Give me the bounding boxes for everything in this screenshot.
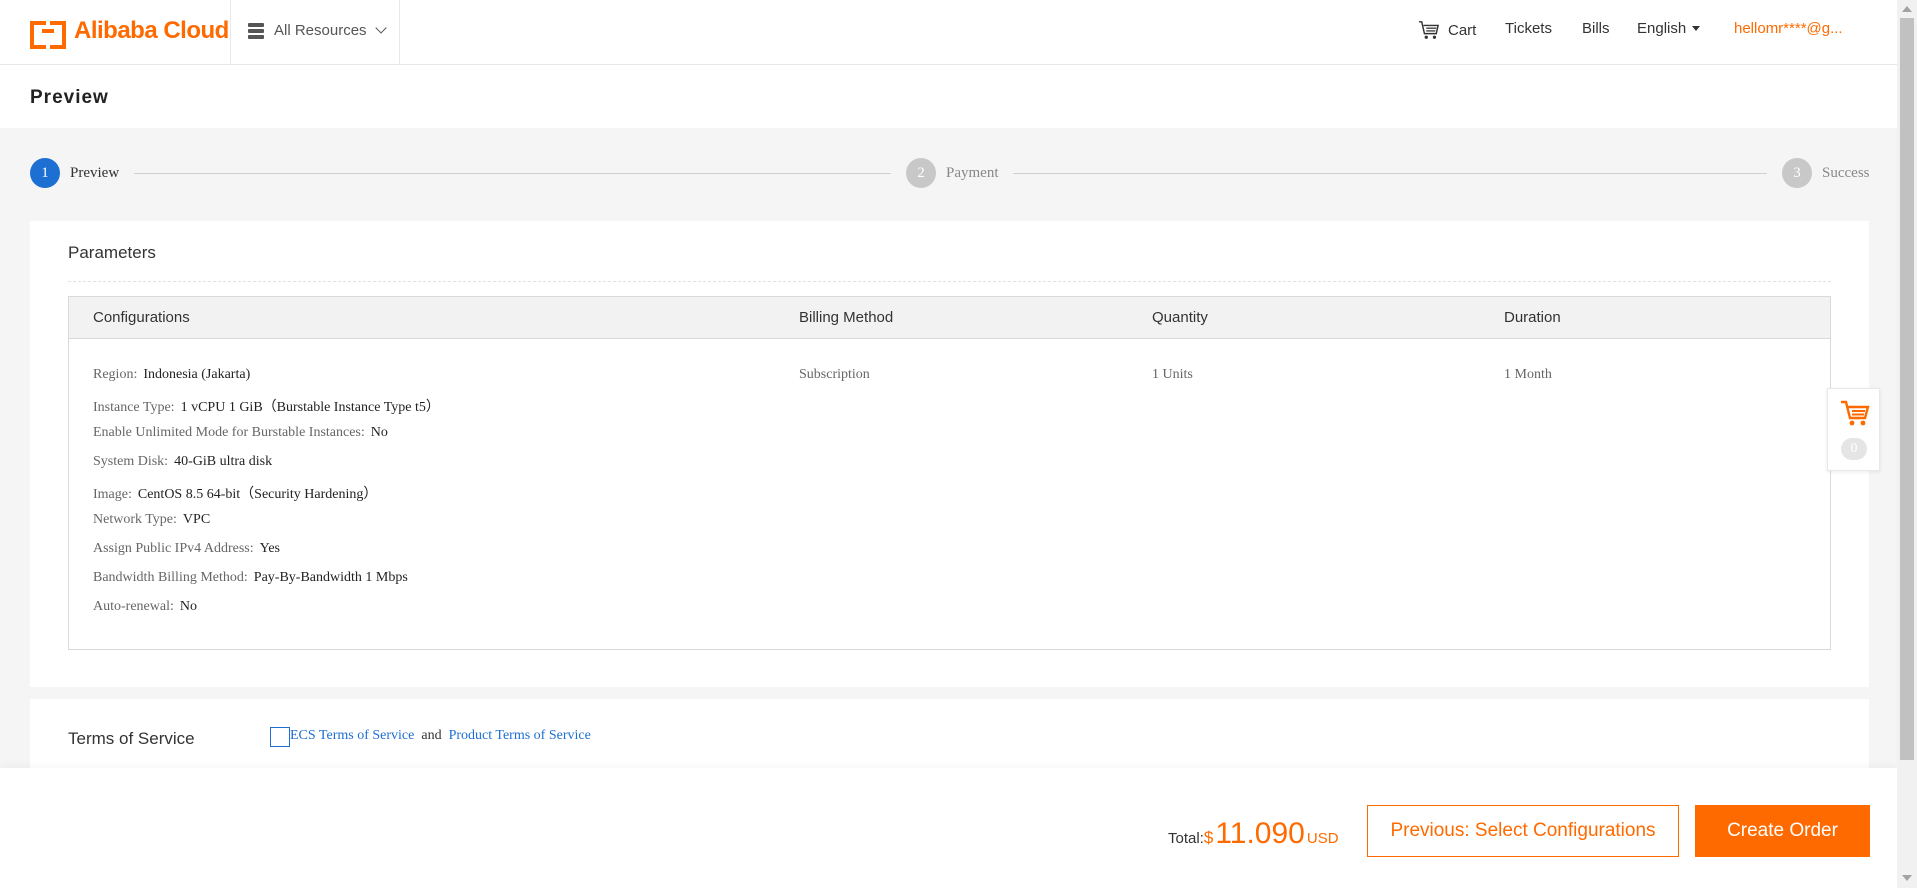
page-title: Preview <box>30 87 109 108</box>
total-unit: USD <box>1306 830 1339 847</box>
page-scrollbar[interactable] <box>1897 0 1917 888</box>
total-label: Total: <box>1168 830 1204 847</box>
total-currency: $ <box>1203 828 1214 847</box>
step-connector <box>134 173 891 174</box>
parameters-card: Parameters Configurations Billing Method… <box>30 221 1869 687</box>
duration-value: 1 Month <box>1504 367 1552 382</box>
config-unlimited-mode: Enable Unlimited Mode for Burstable Inst… <box>93 425 388 440</box>
all-resources-label: All Resources <box>274 22 367 39</box>
product-terms-link[interactable]: Product Terms of Service <box>449 728 591 743</box>
resources-icon <box>248 22 264 39</box>
order-total: Total: $ 11.090 USD <box>1168 817 1339 851</box>
scrollbar-thumb[interactable] <box>1900 18 1914 760</box>
caret-down-icon <box>1692 26 1701 31</box>
step-3-label: Success <box>1822 165 1870 181</box>
cart-icon <box>1841 400 1870 426</box>
col-duration: Duration <box>1504 309 1561 326</box>
step-indicator: 1 Preview 2 Payment 3 Success <box>30 158 1872 190</box>
config-image: Image: CentOS 8.5 64-bit（Security Hardeni… <box>93 487 378 502</box>
config-region: Region: Indonesia (Jakarta) <box>93 367 251 382</box>
col-billing-method: Billing Method <box>799 309 894 326</box>
cart-icon <box>1419 21 1439 39</box>
total-amount: 11.090 <box>1215 817 1305 850</box>
brand-logo[interactable]: Alibaba Cloud <box>30 16 229 49</box>
create-order-button[interactable]: Create Order <box>1695 805 1870 857</box>
chevron-down-icon <box>374 22 387 34</box>
step-2-number: 2 <box>906 158 936 188</box>
billing-method-value: Subscription <box>799 367 870 382</box>
nav-bills[interactable]: Bills <box>1582 20 1610 37</box>
config-public-ipv4: Assign Public IPv4 Address: Yes <box>93 541 280 556</box>
configuration-list: Region: Indonesia (Jakarta) Instance Type… <box>93 367 440 628</box>
terms-agreement: ECS Terms of Service and Product Terms o… <box>290 728 591 744</box>
scroll-down-arrow-icon[interactable] <box>1902 875 1912 881</box>
step-1-number: 1 <box>30 158 60 188</box>
col-quantity: Quantity <box>1152 309 1208 326</box>
parameters-table: Configurations Billing Method Quantity D… <box>68 296 1831 650</box>
col-configurations: Configurations <box>93 309 190 326</box>
all-resources-menu[interactable]: All Resources <box>248 22 387 39</box>
quantity-value: 1 Units <box>1152 367 1193 382</box>
step-2-label: Payment <box>946 165 999 181</box>
terms-title: Terms of Service <box>68 729 195 748</box>
nav-cart-label: Cart <box>1448 21 1477 39</box>
brand-name: Alibaba Cloud <box>74 17 229 44</box>
table-header: Configurations Billing Method Quantity D… <box>69 297 1830 339</box>
config-system-disk: System Disk: 40-GiB ultra disk <box>93 454 273 469</box>
nav-cart[interactable]: Cart <box>1418 20 1476 40</box>
top-navigation: Alibaba Cloud All Resources Cart Tickets… <box>0 0 1897 65</box>
cart-count-badge: 0 <box>1841 438 1867 460</box>
language-selector[interactable]: English <box>1637 20 1701 37</box>
terms-and-text: and <box>421 728 442 743</box>
terms-card: Terms of Service ECS Terms of Service an… <box>30 699 1869 768</box>
scroll-up-arrow-icon[interactable] <box>1902 6 1912 12</box>
card-divider <box>68 281 1831 282</box>
parameters-title: Parameters <box>68 243 156 262</box>
config-bandwidth-billing: Bandwidth Billing Method: Pay-By-Bandwidt… <box>93 570 408 585</box>
config-instance-type: Instance Type: 1 vCPU 1 GiB（Burstable Ins… <box>93 400 440 415</box>
user-account[interactable]: hellomr****@g... <box>1734 20 1843 37</box>
config-network-type: Network Type: VPC <box>93 512 211 527</box>
nav-divider <box>230 0 231 65</box>
ecs-terms-link[interactable]: ECS Terms of Service <box>290 728 414 743</box>
step-1-label: Preview <box>70 165 120 181</box>
previous-button[interactable]: Previous: Select Configurations <box>1367 805 1679 857</box>
config-auto-renewal: Auto-renewal: No <box>93 599 197 614</box>
nav-divider <box>399 0 400 65</box>
floating-cart[interactable]: 0 <box>1827 388 1880 471</box>
terms-checkbox[interactable] <box>270 727 290 747</box>
step-connector <box>1013 173 1767 174</box>
title-bar: Preview <box>0 65 1897 128</box>
language-label: English <box>1637 20 1687 37</box>
step-3-number: 3 <box>1782 158 1812 188</box>
bottom-action-bar: Total: $ 11.090 USD Previous: Select Con… <box>0 768 1897 888</box>
nav-tickets[interactable]: Tickets <box>1505 20 1552 37</box>
alibaba-logo-icon <box>30 21 66 49</box>
